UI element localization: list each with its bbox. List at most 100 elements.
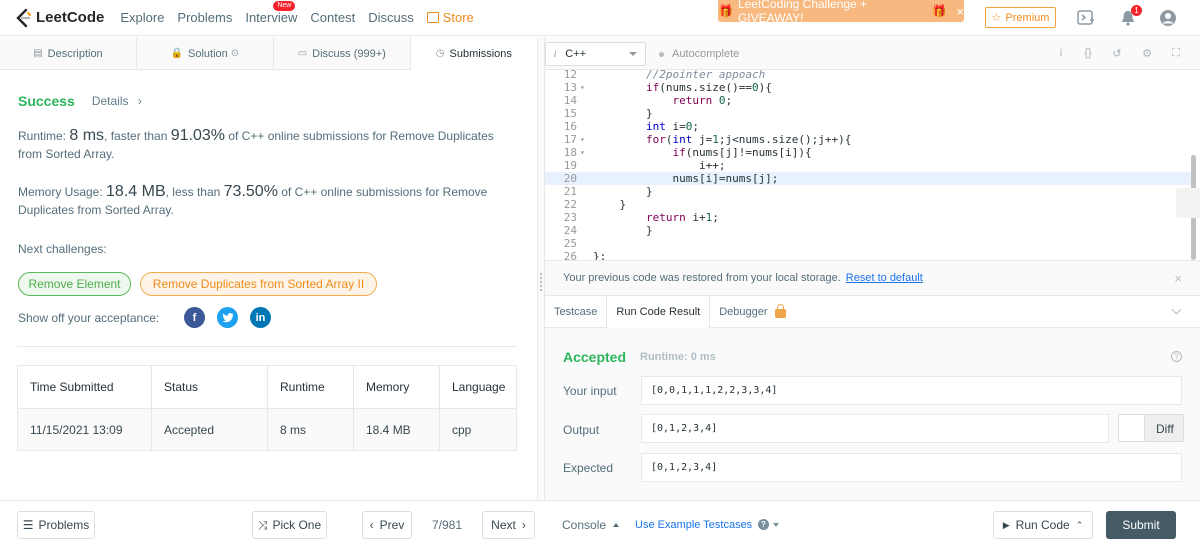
code-line[interactable]: 15 } [545, 107, 1191, 120]
close-icon[interactable]: × [1174, 271, 1182, 286]
success-status: Success [18, 93, 75, 109]
next-button[interactable]: Next › [482, 511, 535, 539]
code-line[interactable]: 18 ▾ if(nums[j]!=nums[i]){ [545, 146, 1191, 159]
chevron-down-icon[interactable] [1171, 304, 1182, 315]
nav-discuss[interactable]: Discuss [368, 10, 414, 25]
code-line[interactable]: 21 } [545, 185, 1191, 198]
line-number: 23 [563, 211, 577, 224]
language-select[interactable]: i C++ [545, 42, 646, 66]
challenge-remove-element[interactable]: Remove Element [18, 272, 131, 296]
nav-store-label: Store [442, 10, 474, 25]
code-line[interactable]: 13 ▾ if(nums.size()==0){ [545, 81, 1191, 94]
help-dropdown[interactable]: ? [758, 519, 779, 530]
code-editor[interactable]: 12 //2pointer appoach 13 ▾ if(nums.size()=… [545, 70, 1200, 260]
col-language[interactable]: Language [439, 365, 517, 409]
cell-runtime: 8 ms [267, 408, 354, 451]
tab-description-label: Description [47, 47, 103, 60]
logo-text: LeetCode [36, 9, 105, 26]
promo-banner[interactable]: 🎁 LeetCoding Challenge + GIVEAWAY! 🎁 × [718, 0, 964, 25]
code-line[interactable]: 24 } [545, 224, 1191, 237]
braces-icon[interactable]: {} [1081, 46, 1095, 60]
fold-arrow-icon[interactable]: ▾ [580, 81, 585, 94]
runtime-mid: , faster than [104, 129, 171, 143]
lock-icon: 🔒 [170, 48, 183, 59]
challenge-remove-duplicates-ii[interactable]: Remove Duplicates from Sorted Array II [140, 272, 377, 296]
tab-description[interactable]: ▤ Description [0, 37, 137, 70]
memory-percentile: 73.50% [223, 183, 278, 200]
toggle-dot [659, 51, 664, 57]
nav-explore[interactable]: Explore [120, 10, 164, 25]
problem-tabs: ▤ Description 🔒 Solution ⊙ ▭ Discuss (99… [0, 37, 537, 70]
twitter-icon[interactable] [217, 307, 238, 328]
code-line[interactable]: 20 nums[i]=nums[j]; [545, 172, 1191, 185]
settings-icon[interactable]: ⚙ [1140, 46, 1154, 60]
code-line[interactable]: 22 } [545, 198, 1191, 211]
clipboard-icon[interactable] [1176, 188, 1200, 218]
run-code-label: Run Code [1015, 518, 1070, 532]
col-runtime[interactable]: Runtime [267, 365, 354, 409]
logo[interactable]: LeetCode [14, 8, 104, 28]
run-code-button[interactable]: ▶ Run Code ⌃ [993, 511, 1093, 539]
share-label: Show off your acceptance: [18, 311, 160, 325]
nav-interview[interactable]: Interview New [245, 1, 297, 25]
language-value: C++ [565, 48, 587, 60]
help-icon[interactable]: ? [1171, 351, 1182, 362]
code-text: } [593, 224, 653, 237]
code-line[interactable]: 19 i++; [545, 159, 1191, 172]
code-line[interactable]: 17 ▾ for(int j=1;j<nums.size();j++){ [545, 133, 1191, 146]
tab-discuss[interactable]: ▭ Discuss (999+) [274, 37, 411, 70]
code-line[interactable]: 12 //2pointer appoach [545, 70, 1191, 81]
info-icon[interactable]: i [1054, 46, 1068, 60]
user-icon[interactable] [1158, 8, 1178, 28]
tab-solution-label: Solution [188, 47, 228, 60]
code-line[interactable]: 16 int i=0; [545, 120, 1191, 133]
tab-discuss-label: Discuss (999+) [312, 47, 386, 60]
fold-arrow-icon[interactable]: ▾ [580, 133, 585, 146]
problems-button[interactable]: ☰ Problems [17, 511, 95, 539]
nav-contest[interactable]: Contest [310, 10, 355, 25]
submit-button[interactable]: Submit [1106, 511, 1176, 539]
playlist-icon[interactable] [1076, 8, 1096, 28]
col-status[interactable]: Status [151, 365, 268, 409]
nav-problems[interactable]: Problems [177, 10, 232, 25]
drag-handle[interactable] [540, 273, 542, 291]
fold-arrow-icon[interactable]: ▾ [580, 146, 585, 159]
fullscreen-icon[interactable]: ⛶ [1169, 46, 1183, 60]
details-link[interactable]: Details › [92, 94, 142, 108]
prev-button[interactable]: ‹ Prev [362, 511, 412, 539]
reset-to-default-link[interactable]: Reset to default [846, 272, 923, 284]
linkedin-icon[interactable]: in [250, 307, 271, 328]
tab-submissions[interactable]: ◷ Submissions [410, 37, 537, 70]
tab-debugger[interactable]: Debugger [710, 296, 794, 328]
code-line[interactable]: 14 return 0; [545, 94, 1191, 107]
close-icon[interactable]: × [956, 4, 964, 19]
use-example-testcases-link[interactable]: Use Example Testcases [635, 519, 752, 531]
cell-status-link[interactable]: Accepted [151, 408, 268, 451]
premium-button[interactable]: ☆ Premium [985, 7, 1056, 28]
tab-testcase[interactable]: Testcase [545, 296, 608, 328]
facebook-icon[interactable]: f [184, 307, 205, 328]
tab-run-code-result[interactable]: Run Code Result [607, 296, 711, 328]
pick-one-button[interactable]: ⤨ Pick One [252, 511, 327, 539]
submissions-table: Time Submitted Status Runtime Memory Lan… [17, 365, 517, 451]
list-icon: ☰ [22, 518, 34, 532]
autocomplete-toggle[interactable]: Autocomplete [659, 48, 739, 60]
nav-store[interactable]: Store [426, 10, 474, 25]
tab-solution[interactable]: 🔒 Solution ⊙ [137, 37, 274, 70]
code-line[interactable]: 25 [545, 237, 1191, 250]
col-memory[interactable]: Memory [353, 365, 440, 409]
section-divider [17, 346, 517, 347]
code-line[interactable]: 26}; [545, 250, 1191, 260]
diff-toggle[interactable]: Diff [1118, 414, 1184, 442]
problems-label: Problems [38, 518, 90, 532]
panel-splitter[interactable] [537, 37, 545, 500]
bell-icon[interactable]: 1 [1118, 5, 1142, 28]
col-time-submitted[interactable]: Time Submitted [17, 365, 152, 409]
code-text: } [593, 107, 653, 120]
code-text: int i=0; [645, 120, 699, 133]
memory-summary: Memory Usage: 18.4 MB, less than 73.50% … [18, 183, 518, 219]
console-toggle[interactable]: Console [562, 518, 620, 532]
code-line[interactable]: 23 return i+1; [545, 211, 1191, 224]
prev-label: Prev [379, 518, 405, 532]
undo-icon[interactable]: ↺ [1110, 46, 1124, 60]
